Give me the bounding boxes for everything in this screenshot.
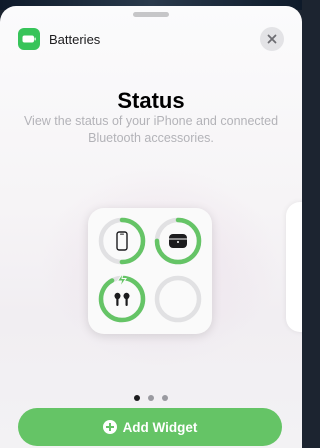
page-dot[interactable] [134,395,140,401]
app-name: Batteries [49,31,101,47]
battery-ring-airpods-case [153,216,203,266]
battery-widget-preview[interactable] [88,208,212,334]
widget-description: View the status of your iPhone and conne… [23,114,279,145]
sheet-grabber[interactable] [133,12,169,17]
battery-ring-airpods [97,272,147,324]
battery-ring-empty [153,274,203,324]
add-widget-label: Add Widget [122,419,198,435]
battery-ring-iphone [97,216,147,266]
battery-app-icon [18,28,40,50]
app-header: Batteries [18,28,100,50]
widget-gallery-sheet: Batteries Status View the status of your… [0,6,302,448]
page-dot[interactable] [148,395,154,401]
close-icon [267,34,277,44]
plus-circle-icon [102,420,117,434]
next-widget-preview[interactable] [286,202,302,332]
page-dot[interactable] [162,395,168,401]
iphone-icon [116,231,128,251]
widget-title: Status [117,88,185,113]
add-widget-button[interactable]: Add Widget [18,408,282,446]
airpods-case-icon [169,234,187,248]
airpods-icon [114,292,130,306]
close-button[interactable] [260,27,284,51]
page-indicator[interactable] [0,388,302,406]
